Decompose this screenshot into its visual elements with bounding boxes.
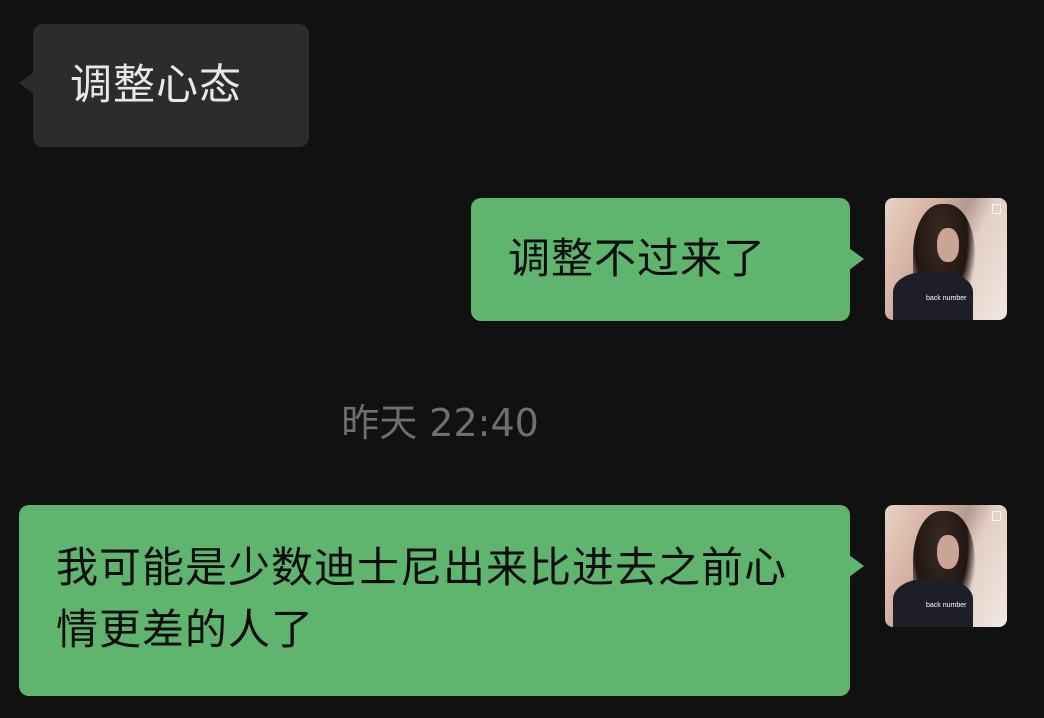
message-text: 调整心态 [70,60,243,109]
message-text: 调整不过来了 [508,234,767,283]
avatar-caption: back number [926,295,967,302]
bubble-tail [19,72,34,94]
outgoing-message-bubble[interactable]: 我可能是少数迪士尼出来比进去之前心情更差的人了 [19,505,864,696]
avatar-face [937,228,959,262]
avatar-caption: back number [926,602,967,609]
user-avatar[interactable]: back number [885,505,1007,627]
message-text: 我可能是少数迪士尼出来比进去之前心情更差的人了 [56,543,788,654]
avatar-badge-icon [992,511,1001,521]
user-avatar[interactable]: back number [885,198,1007,320]
incoming-message-bubble[interactable]: 调整心态 [19,24,309,147]
avatar-badge-icon [992,204,1001,214]
avatar-face [937,535,959,569]
message-timestamp: 昨天 22:40 [341,401,539,445]
outgoing-message-bubble[interactable]: 调整不过来了 [471,198,864,321]
bubble-tail [849,555,864,577]
bubble-tail [849,248,864,270]
